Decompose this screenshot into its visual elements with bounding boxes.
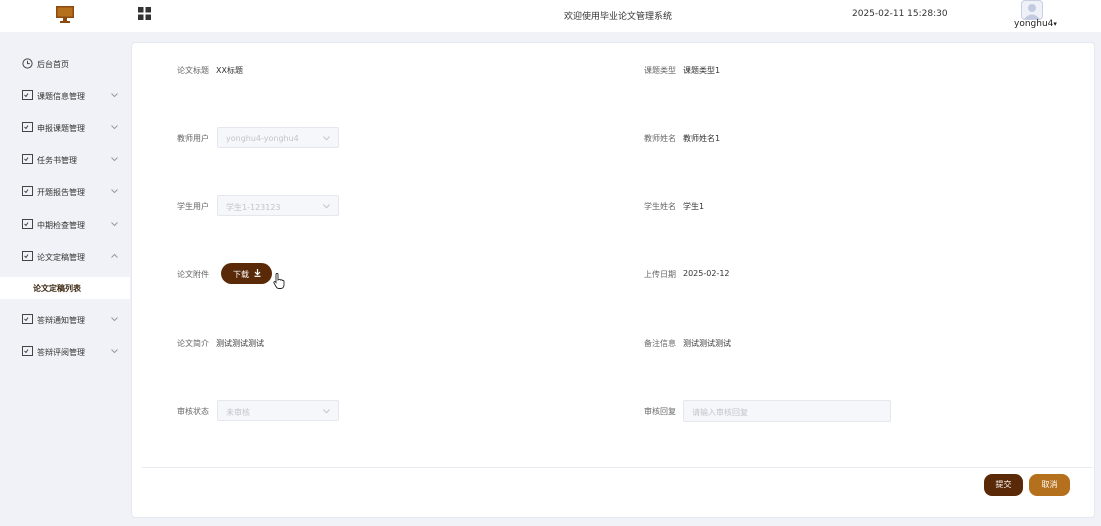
- cancel-button-label: 取消: [1041, 480, 1058, 489]
- sidebar-item-label: 中期检查管理: [37, 221, 85, 230]
- sidebar-item-topic-info[interactable]: 课题信息管理: [0, 84, 130, 108]
- teacher-user-label: 教师用户: [177, 134, 209, 143]
- sidebar-item-label: 任务书管理: [37, 156, 77, 165]
- user-avatar-icon: [1024, 4, 1040, 19]
- sidebar-item-home[interactable]: 后台首页: [0, 52, 130, 76]
- document-icon: [22, 251, 33, 261]
- user-avatar[interactable]: [1021, 0, 1043, 20]
- cancel-button[interactable]: 取消: [1029, 474, 1070, 496]
- sidebar-item-defense-review[interactable]: 答辩评阅管理: [0, 340, 130, 364]
- teacher-user-select[interactable]: yonghu4-yonghu4: [217, 127, 339, 148]
- student-user-label: 学生用户: [177, 202, 209, 211]
- review-reply-placeholder: 请输入审核回复: [692, 408, 748, 417]
- chevron-down-icon: [111, 189, 118, 194]
- sidebar-item-label: 后台首页: [37, 60, 69, 69]
- chevron-down-icon: [111, 349, 118, 354]
- document-icon: [22, 219, 33, 229]
- review-status-select-value: 未审核: [226, 408, 250, 417]
- sidebar-subitem-final-thesis-list[interactable]: 论文定稿列表: [0, 277, 130, 299]
- username: yonghu4: [1014, 19, 1054, 29]
- student-name-label: 学生姓名: [644, 202, 676, 211]
- document-icon: [22, 90, 33, 100]
- topic-type-label: 课题类型: [644, 66, 676, 75]
- summary-label: 论文简介: [177, 339, 209, 348]
- chevron-down-icon: [323, 136, 330, 141]
- document-icon: [22, 122, 33, 132]
- chevron-down-icon: [111, 222, 118, 227]
- teacher-name-value: 教师姓名1: [683, 134, 721, 143]
- clock-icon: [22, 58, 33, 69]
- chevron-down-icon: [323, 409, 330, 414]
- current-datetime: 2025-02-11 15:28:30: [852, 9, 948, 19]
- attachment-label: 论文附件: [177, 270, 209, 279]
- download-button[interactable]: 下载: [221, 263, 272, 284]
- upload-date-value: 2025-02-12: [683, 269, 730, 278]
- submit-button[interactable]: 提交: [984, 474, 1023, 496]
- chevron-down-icon: [111, 157, 118, 162]
- sidebar-item-label: 答辩评阅管理: [37, 348, 85, 357]
- user-menu[interactable]: yonghu4▾: [1014, 19, 1057, 29]
- sidebar-item-label: 申报课题管理: [37, 124, 85, 133]
- sidebar-item-task-book[interactable]: 任务书管理: [0, 148, 130, 172]
- hand-cursor-icon: [273, 273, 285, 289]
- upload-date-label: 上传日期: [644, 270, 676, 279]
- chevron-down-icon: [323, 204, 330, 209]
- thesis-title-label: 论文标题: [177, 66, 209, 75]
- download-button-label: 下载: [233, 270, 249, 279]
- download-icon: [254, 269, 261, 277]
- chevron-up-icon: [111, 253, 118, 258]
- review-reply-input[interactable]: 请输入审核回复: [683, 400, 891, 422]
- sidebar-item-label: 课题信息管理: [37, 92, 85, 101]
- sidebar-item-midterm[interactable]: 中期检查管理: [0, 213, 130, 237]
- document-icon: [22, 186, 33, 196]
- review-reply-label: 审核回复: [644, 407, 676, 416]
- summary-value: 测试测试测试: [216, 339, 264, 348]
- student-user-select-value: 学生1-123123: [226, 203, 281, 212]
- caret-down-icon: ▾: [1053, 20, 1057, 28]
- document-icon: [22, 314, 33, 324]
- topic-type-value: 课题类型1: [683, 66, 721, 75]
- chevron-down-icon: [111, 125, 118, 130]
- student-user-select[interactable]: 学生1-123123: [217, 195, 339, 216]
- document-icon: [22, 346, 33, 356]
- review-status-label: 审核状态: [177, 407, 209, 416]
- review-status-select[interactable]: 未审核: [217, 400, 339, 421]
- chevron-down-icon: [111, 93, 118, 98]
- sidebar-item-label: 论文定稿管理: [37, 253, 85, 262]
- sidebar-item-proposal[interactable]: 开题报告管理: [0, 180, 130, 204]
- chevron-down-icon: [111, 317, 118, 322]
- teacher-user-select-value: yonghu4-yonghu4: [226, 134, 299, 143]
- sidebar-subitem-label: 论文定稿列表: [33, 284, 81, 293]
- remark-value: 测试测试测试: [683, 339, 731, 348]
- sidebar-item-label: 答辩通知管理: [37, 316, 85, 325]
- sidebar-item-topic-apply[interactable]: 申报课题管理: [0, 116, 130, 140]
- sidebar-item-defense-notice[interactable]: 答辩通知管理: [0, 308, 130, 332]
- document-icon: [22, 154, 33, 164]
- sidebar: 后台首页 课题信息管理 申报课题管理 任务书管理 开题报告管理 中期检查管理 论…: [0, 32, 130, 526]
- sidebar-item-final-thesis[interactable]: 论文定稿管理: [0, 245, 130, 269]
- student-name-value: 学生1: [683, 202, 705, 211]
- sidebar-item-label: 开题报告管理: [37, 188, 85, 197]
- top-bar: 欢迎使用毕业论文管理系统 2025-02-11 15:28:30 yonghu4…: [0, 0, 1101, 32]
- teacher-name-label: 教师姓名: [644, 134, 676, 143]
- thesis-title-value: XX标题: [216, 66, 243, 75]
- submit-button-label: 提交: [995, 480, 1012, 489]
- remark-label: 备注信息: [644, 339, 676, 348]
